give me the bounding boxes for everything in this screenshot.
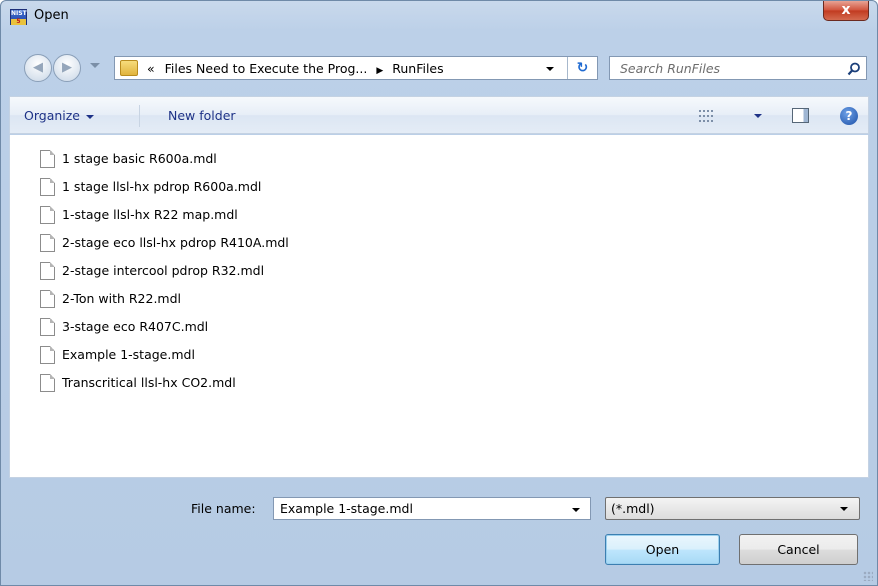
search-placeholder: Search RunFiles bbox=[620, 61, 721, 76]
file-name: 1 stage llsl-hx pdrop R600a.mdl bbox=[62, 179, 262, 194]
file-icon bbox=[40, 374, 55, 392]
file-icon bbox=[40, 178, 55, 196]
resize-grip-icon[interactable] bbox=[863, 571, 873, 581]
file-name-field[interactable]: Example 1-stage.mdl bbox=[273, 497, 591, 520]
file-type-value: (*.mdl) bbox=[611, 501, 655, 516]
app-icon-text: NIST bbox=[11, 10, 27, 17]
app-icon-subtext: 5 bbox=[11, 19, 26, 25]
file-icon bbox=[40, 206, 55, 224]
breadcrumb-overflow[interactable]: « bbox=[147, 61, 155, 76]
address-chevron-down-icon[interactable] bbox=[546, 67, 554, 71]
file-list[interactable]: 1 stage basic R600a.mdl 1 stage llsl-hx … bbox=[9, 135, 869, 478]
file-icon bbox=[40, 290, 55, 308]
back-arrow-icon: ◀ bbox=[33, 60, 43, 75]
nist-app-icon: NIST 5 bbox=[10, 9, 27, 25]
breadcrumb-separator-icon[interactable]: ▶ bbox=[376, 66, 383, 76]
change-view-icon[interactable] bbox=[699, 110, 713, 122]
forward-arrow-icon: ▶ bbox=[62, 60, 72, 75]
file-name: 2-stage intercool pdrop R32.mdl bbox=[62, 263, 265, 278]
breadcrumb-item-current[interactable]: RunFiles bbox=[392, 61, 443, 76]
address-bar[interactable]: « Files Need to Execute the Prog... ▶ Ru… bbox=[114, 56, 598, 80]
command-bar: Organize New folder ? bbox=[9, 96, 869, 134]
close-icon: x bbox=[841, 2, 851, 18]
file-name: 2-stage eco llsl-hx pdrop R410A.mdl bbox=[62, 235, 289, 250]
file-name-value: Example 1-stage.mdl bbox=[280, 501, 413, 516]
organize-button[interactable]: Organize bbox=[24, 108, 94, 123]
open-button[interactable]: Open bbox=[605, 534, 720, 565]
forward-button[interactable]: ▶ bbox=[53, 54, 81, 82]
recent-locations-chevron-down-icon[interactable] bbox=[90, 63, 100, 68]
file-name: 1 stage basic R600a.mdl bbox=[62, 151, 217, 166]
file-name-label: File name: bbox=[191, 501, 256, 516]
breadcrumb: « Files Need to Execute the Prog... ▶ Ru… bbox=[147, 61, 444, 76]
file-icon bbox=[40, 346, 55, 364]
title-bar[interactable]: NIST 5 Open x bbox=[1, 1, 877, 31]
folder-icon bbox=[120, 60, 138, 76]
file-name: 2-Ton with R22.mdl bbox=[62, 291, 182, 306]
file-icon bbox=[40, 262, 55, 280]
file-name-chevron-down-icon[interactable] bbox=[572, 508, 580, 512]
new-folder-button[interactable]: New folder bbox=[168, 108, 236, 123]
file-type-select[interactable]: (*.mdl) bbox=[605, 497, 860, 520]
window-title: Open bbox=[34, 8, 69, 23]
open-dialog: NIST 5 Open x ◀ ▶ « Files Need to Execut… bbox=[0, 0, 878, 586]
file-type-chevron-down-icon bbox=[840, 507, 848, 511]
breadcrumb-item-parent[interactable]: Files Need to Execute the Prog... bbox=[165, 61, 368, 76]
file-icon bbox=[40, 318, 55, 336]
file-icon bbox=[40, 234, 55, 252]
file-name: 3-stage eco R407C.mdl bbox=[62, 319, 209, 334]
preview-pane-icon[interactable] bbox=[792, 108, 809, 123]
cancel-button[interactable]: Cancel bbox=[739, 534, 858, 565]
help-icon[interactable]: ? bbox=[840, 107, 858, 125]
toolbar-divider bbox=[139, 105, 140, 127]
close-button[interactable]: x bbox=[823, 1, 869, 21]
file-name: Example 1-stage.mdl bbox=[62, 347, 195, 362]
organize-label: Organize bbox=[24, 108, 80, 123]
file-name: Transcritical llsl-hx CO2.mdl bbox=[62, 375, 236, 390]
refresh-icon[interactable]: ↻ bbox=[567, 57, 597, 79]
search-icon[interactable] bbox=[846, 61, 862, 77]
chevron-down-icon bbox=[86, 114, 94, 119]
view-options-chevron-down-icon[interactable] bbox=[754, 114, 762, 118]
file-icon bbox=[40, 150, 55, 168]
search-input[interactable]: Search RunFiles bbox=[609, 56, 867, 80]
file-name: 1-stage llsl-hx R22 map.mdl bbox=[62, 207, 238, 222]
back-button[interactable]: ◀ bbox=[24, 54, 52, 82]
